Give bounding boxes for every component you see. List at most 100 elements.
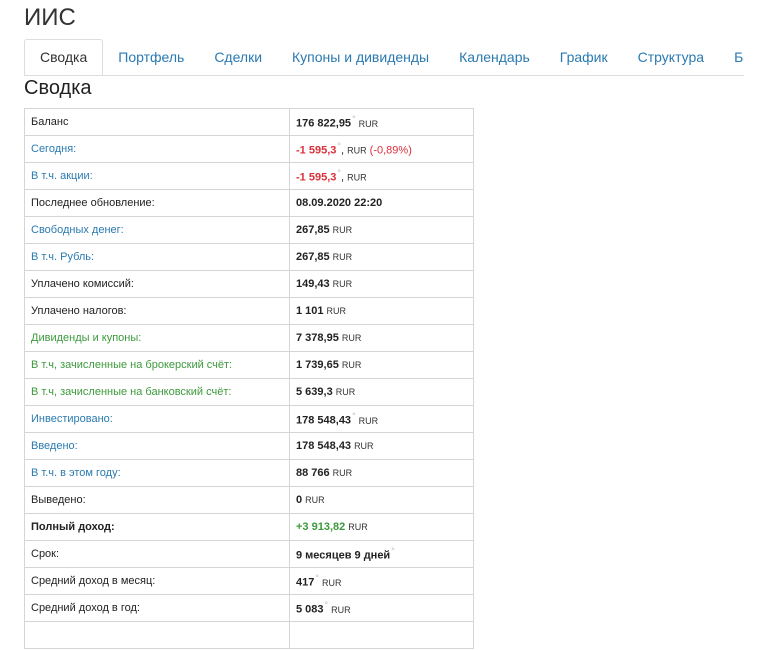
table-row: Свободных денег: 267,85 RUR [24,216,474,244]
stocks-change-value: -1 595,3 [296,171,337,184]
table-row: В т.ч, зачисленные на брокерский счёт: 1… [24,351,474,379]
row-label: Уплачено налогов: [24,297,290,325]
row-label[interactable]: Дивиденды и купоны: [24,324,290,352]
row-label[interactable]: Инвестировано: [24,405,290,433]
currency-unit: RUR [305,495,325,505]
term-value: 9 месяцев 9 дней [296,549,391,562]
info-mark-icon: ° [352,411,356,422]
total-income-value: +3 913,82 [296,521,346,533]
currency-unit: RUR [332,279,353,289]
yearly-income-value: 5 083 [296,603,324,616]
row-value: 9 месяцев 9 дней° [289,540,474,568]
row-value: +3 913,82 RUR [289,513,474,541]
currency-unit: RUR [358,415,379,426]
row-label: Средний доход в год: [24,594,290,622]
row-label: Последнее обновление: [24,189,290,217]
row-label[interactable]: В т.ч, зачисленные на брокерский счёт: [24,351,290,379]
invested-value: 178 548,43 [296,414,352,427]
row-label: Полный доход: [24,513,290,541]
info-mark-icon: ° [324,600,329,611]
table-row [24,621,474,649]
tab-balance[interactable]: Бал [719,39,744,74]
row-value: 178 548,43 RUR [289,432,474,460]
row-value: -1 595,3°, RUR [289,162,474,190]
row-value: 267,85 RUR [289,216,474,244]
row-value: 5 639,3 RUR [289,378,474,406]
currency-unit: RUR [332,468,353,478]
tab-summary[interactable]: Сводка [24,39,104,75]
free-cash-value: 267,85 [296,224,330,236]
dividends-coupons-value: 7 378,95 [296,332,339,344]
row-label: Выведено: [24,486,290,514]
tab-portfolio[interactable]: Портфель [103,39,199,74]
table-row: В т.ч. Рубль: 267,85 RUR [24,243,474,271]
today-change-percent: (-0,89%) [369,144,412,157]
row-label[interactable]: В т.ч. Рубль: [24,243,290,271]
currency-unit: RUR [341,333,362,343]
row-label[interactable]: Сегодня: [24,135,290,163]
info-mark-icon: ° [352,114,356,125]
table-row: Полный доход: +3 913,82 RUR [24,513,474,541]
today-change-value: -1 595,3 [296,144,337,157]
table-row: Введено: 178 548,43 RUR [24,432,474,460]
table-row: Уплачено налогов: 1 101 RUR [24,297,474,325]
row-value: 149,43 RUR [289,270,474,298]
rub-cash-value: 267,85 [296,251,330,263]
currency-unit: RUR [347,145,367,156]
tab-trades[interactable]: Сделки [199,39,277,74]
table-row: Средний доход в месяц: 417° RUR [24,567,474,595]
row-label: Средний доход в месяц: [24,567,290,595]
table-row: Сегодня: -1 595,3°, RUR (-0,89%) [24,135,474,163]
row-value: 5 083° RUR [289,594,474,622]
tab-chart[interactable]: График [545,39,623,74]
row-value: 417° RUR [289,567,474,595]
currency-unit: RUR [335,387,356,397]
table-row: Последнее обновление: 08.09.2020 22:20 [24,189,474,217]
commissions-value: 149,43 [296,278,330,290]
taxes-value: 1 101 [296,305,324,317]
row-label: Уплачено комиссий: [24,270,290,298]
row-value: 178 548,43° RUR [289,405,474,433]
tab-coupons-dividends[interactable]: Купоны и дивиденды [277,39,444,74]
balance-value: 176 822,95 [296,117,352,130]
row-label [24,621,290,649]
row-label[interactable]: В т.ч. акции: [24,162,290,190]
deposited-value: 178 548,43 [296,440,352,452]
currency-unit: RUR [332,252,353,262]
deposited-this-year-value: 88 766 [296,467,330,479]
row-label[interactable]: Введено: [24,432,290,460]
tab-structure[interactable]: Структура [623,39,719,74]
currency-unit: RUR [348,522,368,532]
table-row: В т.ч. в этом году: 88 766 RUR [24,459,474,487]
currency-unit: RUR [347,172,367,183]
row-value: -1 595,3°, RUR (-0,89%) [289,135,474,163]
currency-unit: RUR [341,360,362,370]
row-value: 176 822,95° RUR [289,108,474,136]
row-value: 1 739,65 RUR [289,351,474,379]
section-title: Сводка [24,77,92,99]
page: ИИС Сводка Портфель Сделки Купоны и дивиден… [0,0,757,650]
row-label[interactable]: В т.ч, зачисленные на банковский счёт: [24,378,290,406]
table-row: В т.ч, зачисленные на банковский счёт: 5… [24,378,474,406]
table-row: Дивиденды и купоны: 7 378,95 RUR [24,324,474,352]
info-mark-icon: ° [315,573,319,584]
currency-unit: RUR [321,577,342,588]
row-value: 88 766 RUR [289,459,474,487]
table-row: Инвестировано: 178 548,43° RUR [24,405,474,433]
table-row: В т.ч. акции: -1 595,3°, RUR [24,162,474,190]
row-value: 0 RUR [289,486,474,514]
row-value: 267,85 RUR [289,243,474,271]
last-update-value: 08.09.2020 22:20 [289,189,474,217]
table-row: Срок: 9 месяцев 9 дней° [24,540,474,568]
summary-table: Баланс 176 822,95° RUR Сегодня: -1 595,3°… [24,108,474,649]
broker-credited-value: 1 739,65 [296,359,339,371]
row-value: 1 101 RUR [289,297,474,325]
currency-unit: RUR [331,604,351,615]
row-label: Срок: [24,540,290,568]
bank-credited-value: 5 639,3 [296,386,333,398]
row-label[interactable]: В т.ч. в этом году: [24,459,290,487]
tab-calendar[interactable]: Календарь [444,39,545,74]
row-label[interactable]: Свободных денег: [24,216,290,244]
monthly-income-value: 417 [296,576,315,589]
currency-unit: RUR [332,225,353,235]
